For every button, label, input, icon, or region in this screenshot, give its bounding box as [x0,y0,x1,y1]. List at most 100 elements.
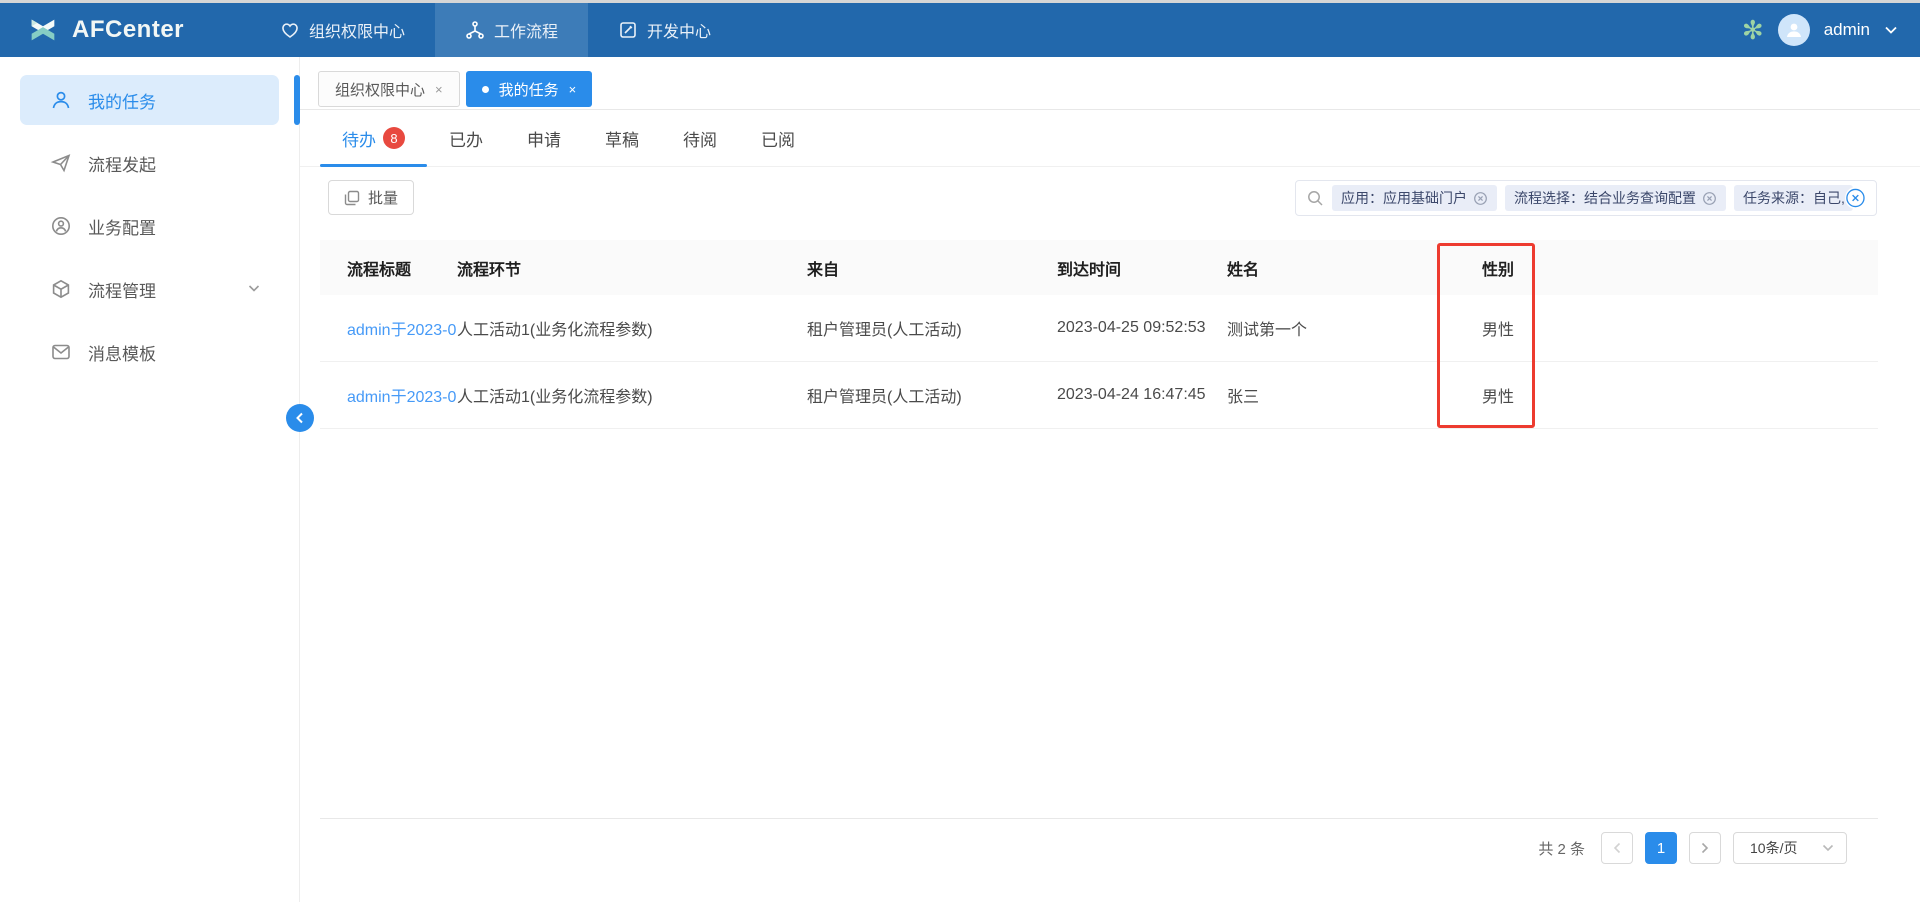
paper-plane-icon [50,152,72,174]
active-dot-icon [482,86,489,93]
sidebar-item-label: 消息模板 [88,340,156,365]
sidebar-item-label: 我的任务 [88,88,156,113]
cell-arrival-time: 2023-04-24 16:47:45 [1057,386,1227,404]
heart-shield-icon [280,20,300,40]
toolbar: 批量 应用：应用基础门户 流程选择：结合业务查询配置 [300,167,1920,240]
edit-square-icon [618,20,638,40]
afcenter-logo-icon [26,13,60,47]
filter-chip-application[interactable]: 应用：应用基础门户 [1332,185,1497,211]
prev-page-button[interactable] [1601,832,1633,864]
doc-tab-label: 组织权限中心 [335,79,425,100]
cell-from: 租户管理员(人工活动) [807,316,1057,340]
close-icon[interactable]: × [569,83,577,96]
cell-from: 租户管理员(人工活动) [807,383,1057,407]
table-header-row: 流程标题 流程环节 来自 到达时间 姓名 性别 [320,240,1878,295]
filter-chip-label: 应用：应用基础门户 [1341,188,1467,208]
page-size-select[interactable]: 10条/页 [1733,832,1847,864]
search-icon [1306,189,1324,207]
current-page-button[interactable]: 1 [1645,832,1677,864]
envelope-icon [50,341,72,363]
sidebar-item-label: 流程管理 [88,277,156,302]
tab-todo[interactable]: 待办 8 [320,110,427,166]
nav-item-workflow[interactable]: 工作流程 [435,3,588,57]
process-title-link[interactable]: admin于2023-0 [347,383,457,407]
sidebar-item-label: 流程发起 [88,151,156,176]
remove-filter-icon[interactable] [1473,191,1488,206]
column-header-from[interactable]: 来自 [807,256,1057,280]
footer-divider [320,818,1878,819]
next-page-button[interactable] [1689,832,1721,864]
nav-item-label: 工作流程 [494,18,558,42]
cell-gender: 男性 [1482,383,1878,407]
column-header-name[interactable]: 姓名 [1227,256,1482,280]
chevron-down-icon[interactable] [1884,25,1898,35]
navbar-right: ✻ admin [1742,3,1898,57]
tab-to-read[interactable]: 待阅 [661,110,739,166]
document-tab-bar: 组织权限中心 × 我的任务 × [300,57,1920,110]
tab-label: 已阅 [761,126,795,151]
column-header-process-step[interactable]: 流程环节 [457,256,807,280]
nav-item-label: 开发中心 [647,18,711,42]
filter-search-box[interactable]: 应用：应用基础门户 流程选择：结合业务查询配置 任务来源：自己,代 [1295,180,1877,216]
assistant-knot-icon[interactable]: ✻ [1742,17,1764,43]
sidebar-item-start-process[interactable]: 流程发起 [20,138,279,188]
tab-draft[interactable]: 草稿 [583,110,661,166]
clear-all-filters-icon[interactable] [1845,187,1866,209]
sidebar-collapse-button[interactable] [286,404,314,432]
sidebar-item-my-tasks[interactable]: 我的任务 [20,75,279,125]
tab-done[interactable]: 已办 [427,110,505,166]
doc-tab-my-tasks[interactable]: 我的任务 × [466,71,593,107]
filter-chip-label: 流程选择：结合业务查询配置 [1514,188,1696,208]
filter-chip-process-select[interactable]: 流程选择：结合业务查询配置 [1505,185,1726,211]
batch-button[interactable]: 批量 [328,180,414,215]
nav-item-label: 组织权限中心 [309,18,405,42]
sidebar-item-business-config[interactable]: 业务配置 [20,201,279,251]
user-icon [50,89,72,111]
sidebar-item-label: 业务配置 [88,214,156,239]
tab-label: 申请 [527,126,561,151]
column-header-gender[interactable]: 性别 [1482,256,1878,280]
box-icon [50,278,72,300]
todo-count-badge: 8 [383,127,405,149]
cell-gender: 男性 [1482,316,1878,340]
task-table: 流程标题 流程环节 来自 到达时间 姓名 性别 admin于2023-0 人工活… [320,240,1878,429]
doc-tab-org-permission-center[interactable]: 组织权限中心 × [318,71,460,107]
nav-item-dev-center[interactable]: 开发中心 [588,3,741,57]
column-header-arrival-time[interactable]: 到达时间 [1057,256,1227,280]
doc-tab-label: 我的任务 [499,79,559,100]
chevron-down-icon [1822,844,1834,852]
cell-name: 张三 [1227,383,1482,407]
tab-label: 草稿 [605,126,639,151]
cell-process-step: 人工活动1(业务化流程参数) [457,383,807,407]
user-name[interactable]: admin [1824,20,1870,40]
nav-item-org-permission-center[interactable]: 组织权限中心 [250,3,435,57]
tab-label: 待办 [342,126,376,151]
user-circle-icon [50,215,72,237]
filter-chip-task-source[interactable]: 任务来源：自己,代 [1734,185,1853,211]
close-icon[interactable]: × [435,83,443,96]
tab-apply[interactable]: 申请 [505,110,583,166]
brand[interactable]: AFCenter [0,3,250,57]
cell-process-step: 人工活动1(业务化流程参数) [457,316,807,340]
copy-stack-icon [344,190,360,206]
total-count-label: 共 2 条 [1538,838,1585,859]
process-title-link[interactable]: admin于2023-0 [347,316,457,340]
column-header-process-title[interactable]: 流程标题 [347,256,457,280]
sidebar-item-process-management[interactable]: 流程管理 [20,264,279,314]
tab-read[interactable]: 已阅 [739,110,817,166]
workflow-icon [465,20,485,40]
cell-arrival-time: 2023-04-25 09:52:53 [1057,319,1227,337]
brand-title: AFCenter [72,16,184,44]
tab-label: 已办 [449,126,483,151]
table-row[interactable]: admin于2023-0 人工活动1(业务化流程参数) 租户管理员(人工活动) … [320,295,1878,362]
chevron-down-icon[interactable] [247,281,261,295]
table-row[interactable]: admin于2023-0 人工活动1(业务化流程参数) 租户管理员(人工活动) … [320,362,1878,429]
page-size-value: 10条/页 [1750,838,1797,858]
avatar[interactable] [1778,14,1810,46]
sidebar-item-message-template[interactable]: 消息模板 [20,327,279,377]
tab-label: 待阅 [683,126,717,151]
batch-button-label: 批量 [368,187,398,208]
remove-filter-icon[interactable] [1702,191,1717,206]
main-content: 组织权限中心 × 我的任务 × 待办 8 已办 申请 草稿 待阅 已阅 [300,57,1920,902]
task-tab-bar: 待办 8 已办 申请 草稿 待阅 已阅 [300,110,1920,167]
